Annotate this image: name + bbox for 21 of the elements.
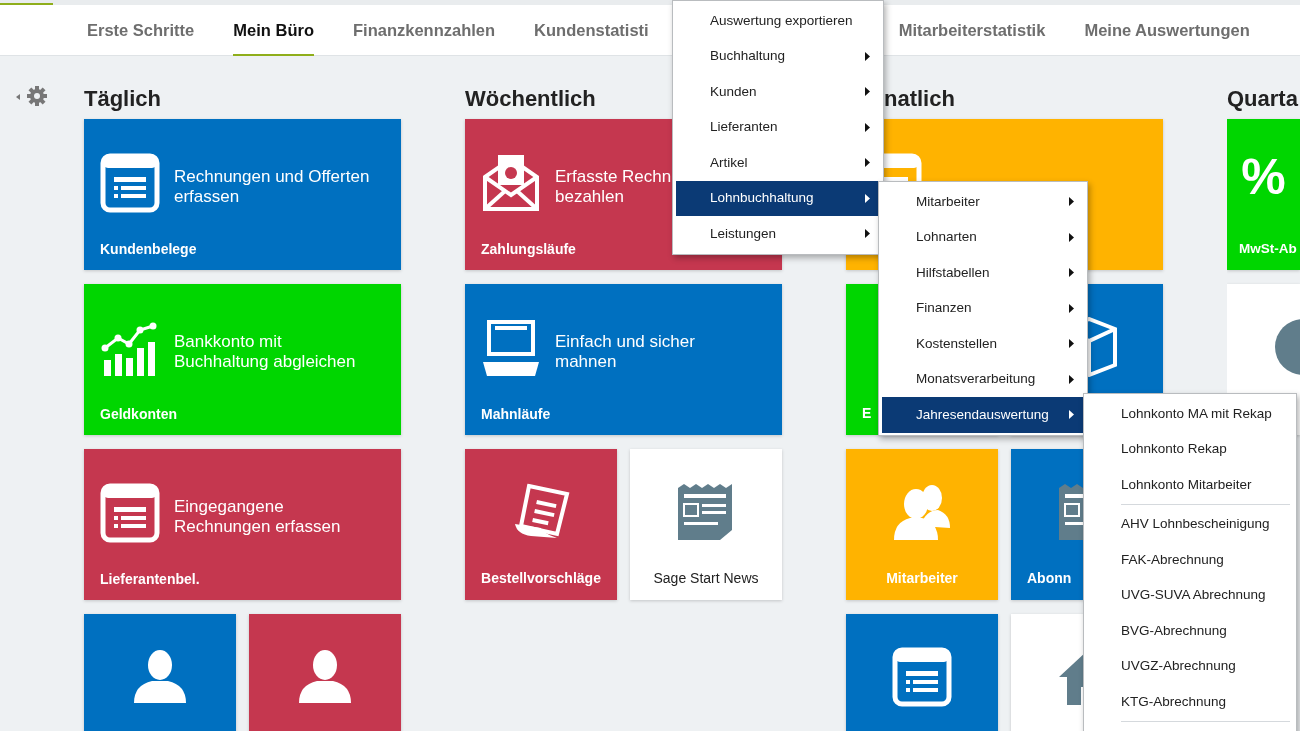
tile-label: Mitarbeiter bbox=[885, 569, 959, 588]
tile-title: Einfach und sicher mahnen bbox=[555, 332, 695, 371]
percent-symbol: % bbox=[1240, 148, 1287, 207]
tile-label: E bbox=[862, 404, 872, 423]
tile-title: Rechnungen und Offerten erfassen bbox=[174, 167, 370, 206]
tile-label: Lieferantenbel. bbox=[100, 570, 200, 589]
tile-label: Geldkonten bbox=[100, 405, 177, 424]
tile-title: Bankkonto mit Buchhaltung abgleichen bbox=[174, 332, 356, 371]
section-heading: natlich bbox=[884, 85, 955, 113]
tile-label: Kundenbelege bbox=[100, 240, 197, 259]
tile-label: MwSt-Ab bbox=[1239, 239, 1297, 258]
tile-label: Mahnläufe bbox=[481, 405, 551, 424]
tile-title: Erfasste Rechn bezahlen bbox=[555, 167, 672, 206]
section-heading: Täglich bbox=[84, 85, 161, 113]
tile-label: Bestellvorschläge bbox=[480, 569, 602, 588]
tile-label: Abonn bbox=[1027, 569, 1072, 588]
tile-label: Zahlungsläufe bbox=[481, 240, 576, 259]
tile-title: Eingegangene Rechnungen erfassen bbox=[174, 497, 341, 536]
section-heading: Quarta bbox=[1227, 85, 1298, 113]
tile-label: Sage Start News bbox=[652, 569, 760, 588]
section-heading: Wöchentlich bbox=[465, 85, 596, 113]
